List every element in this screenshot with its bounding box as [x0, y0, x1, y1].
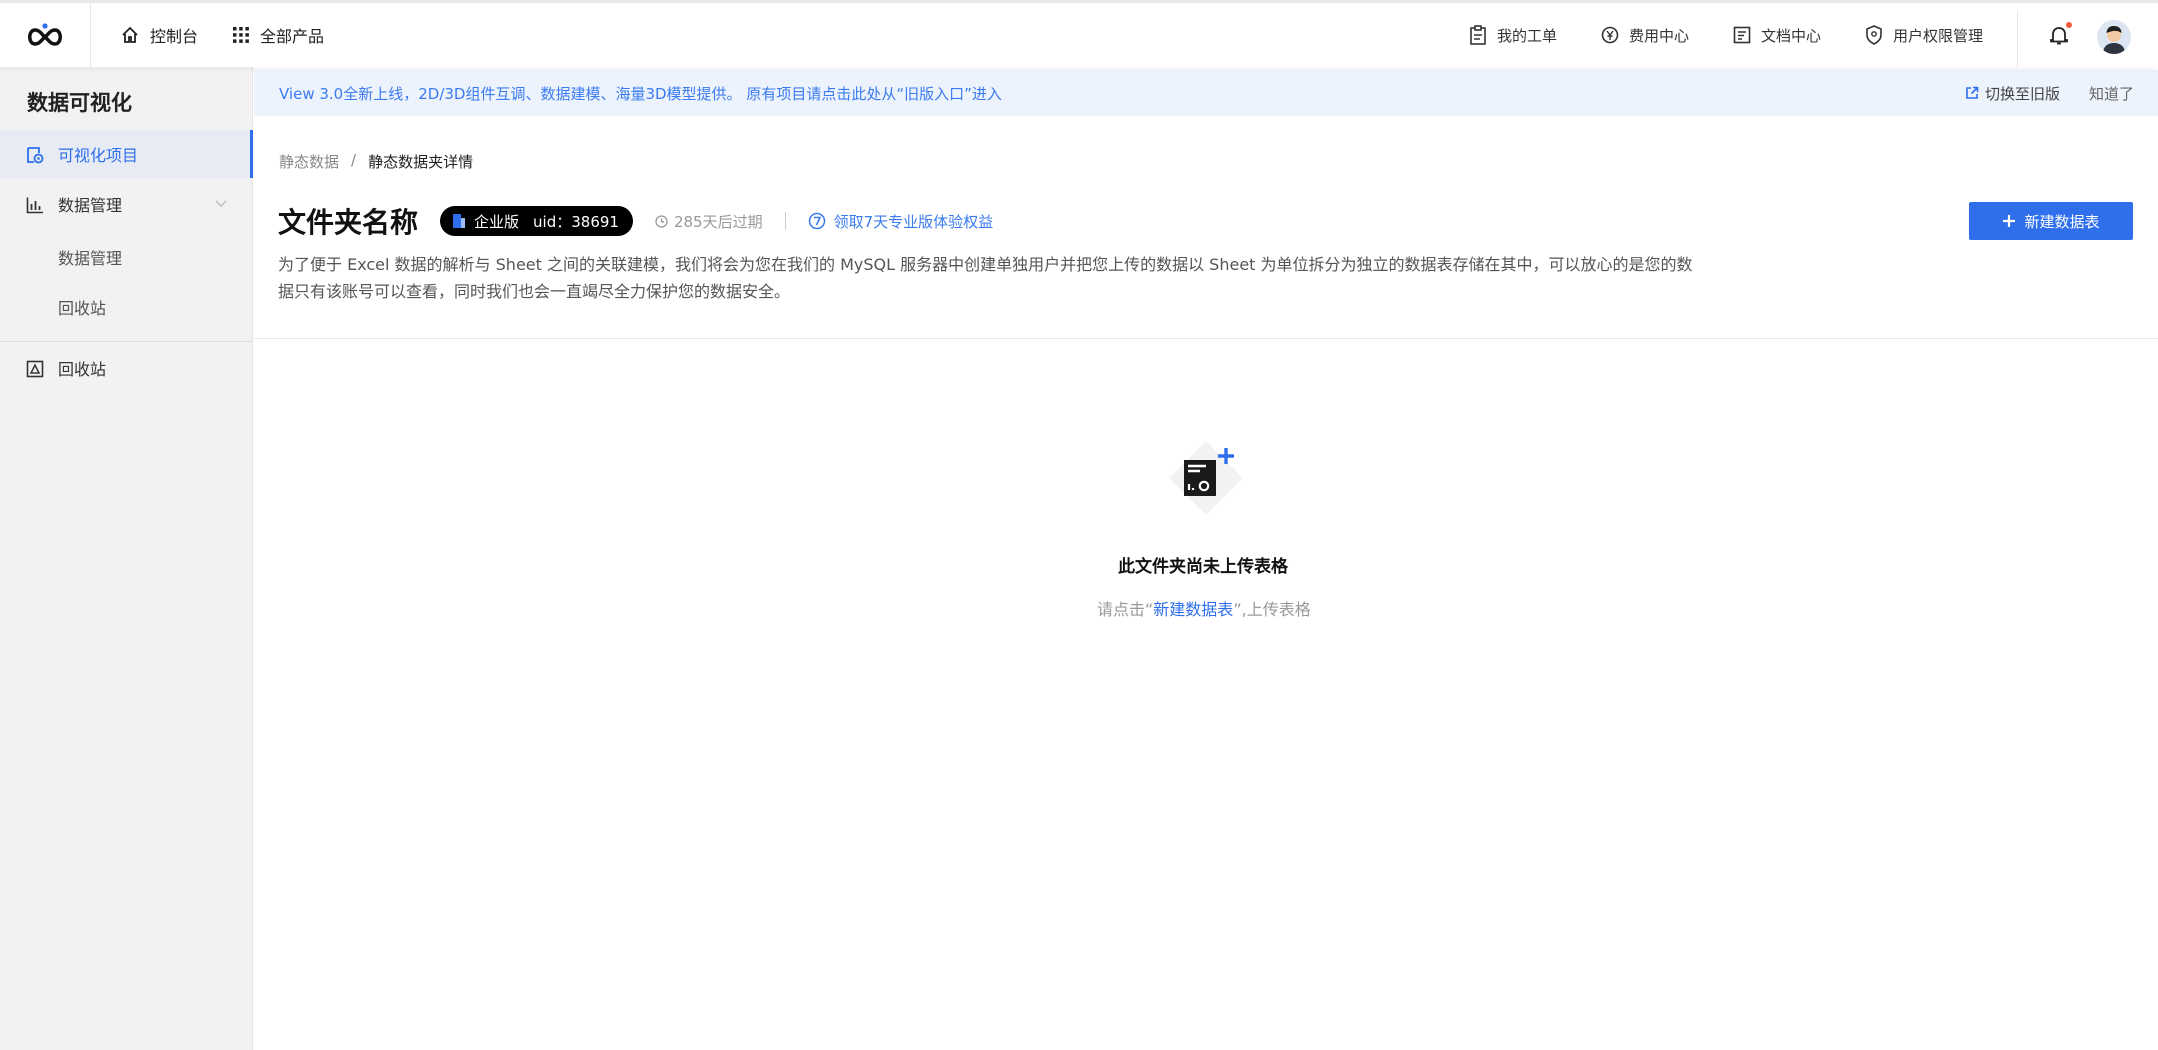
empty-table-icon	[1169, 441, 1243, 515]
breadcrumb-separator: /	[351, 151, 357, 169]
sidebar-title: 数据可视化	[27, 91, 132, 115]
all-products-nav[interactable]: 全部产品	[232, 23, 324, 47]
console-label: 控制台	[150, 27, 199, 46]
new-datatable-button[interactable]: 新建数据表	[1969, 202, 2133, 240]
clipboard-icon	[1470, 25, 1486, 45]
sidebar-item-recycle-bin[interactable]: 回收站	[0, 344, 253, 392]
edition-label: 企业版	[474, 212, 520, 231]
edition-badge: 企业版 uid：38691	[440, 206, 633, 236]
breadcrumb: 静态数据 / 静态数据夹详情	[279, 151, 473, 172]
home-icon	[122, 26, 138, 43]
banner-dismiss-button[interactable]: 知道了	[2089, 83, 2134, 104]
announcement-banner: View 3.0全新上线，2D/3D组件互调、数据建模、海量3D模型提供。 原有…	[254, 70, 2158, 116]
yen-coin-icon	[1601, 26, 1619, 44]
switch-old-version-link[interactable]: 切换至旧版	[1965, 83, 2060, 104]
gift-seven-icon	[808, 212, 825, 230]
infinity-logo-icon	[28, 23, 62, 46]
grid-icon	[233, 27, 249, 43]
permissions-label: 用户权限管理	[1892, 26, 1983, 45]
top-bar: 控制台 全部产品 我的工单 费用中心 文档中心 用户权限管理	[0, 0, 2158, 67]
billing-nav[interactable]: 费用中心	[1601, 25, 1689, 46]
expire-info: 285天后过期	[655, 211, 763, 232]
logo[interactable]	[0, 3, 91, 67]
recycle-icon	[26, 360, 44, 378]
empty-tip-prefix: 请点击“	[1097, 600, 1154, 619]
my-tickets-nav[interactable]: 我的工单	[1469, 25, 1557, 46]
notification-dot	[2066, 22, 2072, 28]
trial-benefit-link[interactable]: 领取7天专业版体验权益	[808, 211, 994, 232]
plus-icon	[2003, 215, 2016, 227]
sidebar-subitem-recycle[interactable]: 回收站	[58, 295, 106, 319]
permissions-nav[interactable]: 用户权限管理	[1865, 25, 1983, 46]
sidebar: 数据可视化 可视化项目 数据管理 数据管理 回收站 回收站	[0, 67, 253, 1050]
bar-chart-icon	[26, 197, 43, 214]
trial-benefit-label: 领取7天专业版体验权益	[833, 212, 994, 231]
empty-state-tip: 请点击“新建数据表”,上传表格	[1097, 596, 1311, 620]
chevron-down-icon	[215, 200, 227, 207]
sidebar-item-label: 数据管理	[58, 196, 123, 215]
breadcrumb-parent[interactable]: 静态数据	[279, 151, 339, 172]
sidebar-item-label: 可视化项目	[58, 146, 139, 165]
external-link-icon	[1966, 86, 1979, 99]
banner-text[interactable]: View 3.0全新上线，2D/3D组件互调、数据建模、海量3D模型提供。 原有…	[279, 83, 1002, 104]
topbar-divider	[2017, 11, 2018, 67]
sidebar-divider	[0, 341, 253, 342]
sidebar-item-visual-projects[interactable]: 可视化项目	[0, 130, 253, 178]
document-icon	[1733, 26, 1751, 44]
empty-tip-suffix: ”,上传表格	[1233, 600, 1311, 619]
empty-tip-new-datatable-link[interactable]: 新建数据表	[1153, 600, 1233, 619]
new-datatable-label: 新建数据表	[2024, 212, 2100, 231]
expire-label: 285天后过期	[673, 212, 763, 231]
switch-old-version-label: 切换至旧版	[1984, 84, 2060, 103]
shield-icon	[1866, 25, 1882, 45]
folder-header: 文件夹名称 企业版 uid：38691 285天后过期 领取7天专业版体验权益	[278, 201, 993, 241]
console-nav[interactable]: 控制台	[120, 23, 198, 47]
my-tickets-label: 我的工单	[1496, 26, 1557, 45]
avatar[interactable]	[2097, 20, 2131, 54]
docs-nav[interactable]: 文档中心	[1733, 25, 1821, 46]
empty-state-title: 此文件夹尚未上传表格	[1118, 557, 1288, 577]
folder-description: 为了便于 Excel 数据的解析与 Sheet 之间的关联建模，我们将会为您在我…	[278, 255, 1693, 301]
sidebar-item-data-management[interactable]: 数据管理	[0, 180, 253, 228]
enterprise-icon	[453, 214, 466, 228]
billing-label: 费用中心	[1628, 26, 1689, 45]
header-divider	[784, 212, 786, 230]
breadcrumb-current: 静态数据夹详情	[368, 153, 474, 171]
page-title: 文件夹名称	[278, 206, 419, 239]
user-avatar-icon	[2097, 20, 2131, 54]
clock-icon	[655, 214, 668, 228]
uid-label: uid：38691	[533, 212, 619, 231]
sidebar-subitem-data-management[interactable]: 数据管理	[58, 245, 122, 269]
sidebar-item-label: 回收站	[58, 360, 107, 379]
docs-label: 文档中心	[1760, 26, 1821, 45]
all-products-label: 全部产品	[260, 27, 325, 46]
visual-project-icon	[27, 147, 44, 164]
header-separator	[254, 338, 2158, 339]
